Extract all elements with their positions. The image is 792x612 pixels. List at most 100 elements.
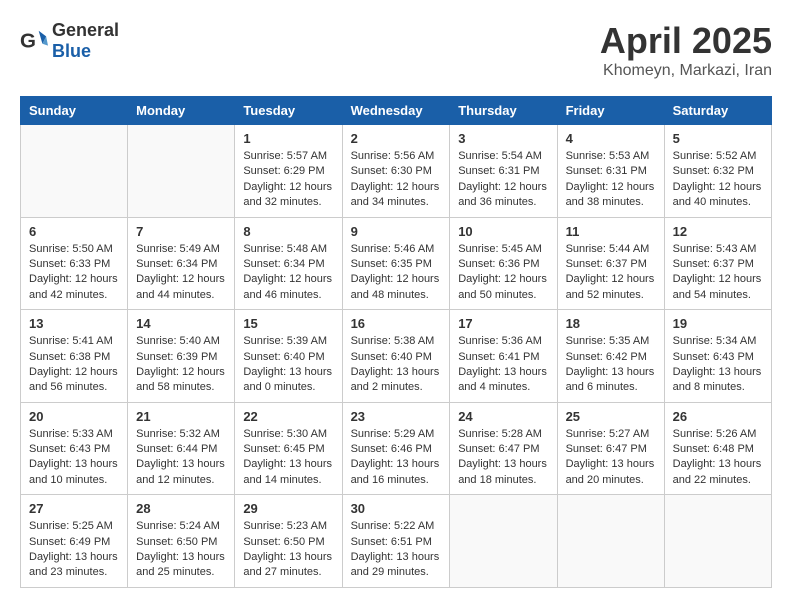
day-info-27: Sunrise: 5:25 AMSunset: 6:49 PMDaylight:… <box>29 519 119 581</box>
calendar-header-row: Sunday Monday Tuesday Wednesday Thursday… <box>21 97 772 125</box>
day-info-3: Sunrise: 5:54 AMSunset: 6:31 PMDaylight:… <box>458 149 548 211</box>
calendar-cell-w2-d5: 11 Sunrise: 5:44 AMSunset: 6:37 PMDayligh… <box>557 217 664 310</box>
calendar-cell-w4-d6: 26 Sunrise: 5:26 AMSunset: 6:48 PMDayligh… <box>664 402 771 495</box>
day-number-26: 26 <box>673 409 763 424</box>
day-number-16: 16 <box>351 316 442 331</box>
calendar-cell-w4-d0: 20 Sunrise: 5:33 AMSunset: 6:43 PMDayligh… <box>21 402 128 495</box>
calendar-week-2: 6Sunrise: 5:50 AMSunset: 6:33 PMDaylight… <box>21 217 772 310</box>
calendar-cell-w1-d5: 4 Sunrise: 5:53 AMSunset: 6:31 PMDaylight… <box>557 125 664 218</box>
calendar-cell-w4-d5: 25Sunrise: 5:27 AMSunset: 6:47 PMDayligh… <box>557 402 664 495</box>
day-info-21: Sunrise: 5:32 AMSunset: 6:44 PMDaylight:… <box>136 427 226 489</box>
day-number-14: 14 <box>136 316 226 331</box>
day-info-14: Sunrise: 5:40 AMSunset: 6:39 PMDaylight:… <box>136 334 226 396</box>
day-info-2: Sunrise: 5:56 AMSunset: 6:30 PMDaylight:… <box>351 149 442 211</box>
day-info-6: Sunrise: 5:50 AMSunset: 6:33 PMDaylight:… <box>29 242 119 304</box>
day-info-19: Sunrise: 5:34 AMSunset: 6:43 PMDaylight:… <box>673 334 763 396</box>
day-number-9: 9 <box>351 224 442 239</box>
day-number-1: 1 <box>243 131 333 146</box>
day-info-24: Sunrise: 5:28 AMSunset: 6:47 PMDaylight:… <box>458 427 548 489</box>
logo-general: General <box>52 20 119 40</box>
calendar-cell-w2-d1: 7 Sunrise: 5:49 AMSunset: 6:34 PMDaylight… <box>128 217 235 310</box>
calendar-cell-w1-d6: 5 Sunrise: 5:52 AMSunset: 6:32 PMDaylight… <box>664 125 771 218</box>
day-number-7: 7 <box>136 224 226 239</box>
day-number-27: 27 <box>29 501 119 516</box>
calendar-week-3: 13 Sunrise: 5:41 AMSunset: 6:38 PMDayligh… <box>21 310 772 403</box>
day-number-3: 3 <box>458 131 548 146</box>
day-number-11: 11 <box>566 224 656 239</box>
day-info-9: Sunrise: 5:46 AMSunset: 6:35 PMDaylight:… <box>351 242 442 304</box>
calendar-cell-w2-d2: 8 Sunrise: 5:48 AMSunset: 6:34 PMDaylight… <box>235 217 342 310</box>
day-info-1: Sunrise: 5:57 AMSunset: 6:29 PMDaylight:… <box>243 149 333 211</box>
day-info-30: Sunrise: 5:22 AMSunset: 6:51 PMDaylight:… <box>351 519 442 581</box>
header-friday: Friday <box>557 97 664 125</box>
day-number-10: 10 <box>458 224 548 239</box>
logo-icon: G <box>20 27 48 55</box>
day-number-2: 2 <box>351 131 442 146</box>
calendar-cell-w5-d5 <box>557 495 664 588</box>
calendar-cell-w5-d1: 28Sunrise: 5:24 AMSunset: 6:50 PMDayligh… <box>128 495 235 588</box>
calendar-cell-w5-d4 <box>450 495 557 588</box>
day-number-19: 19 <box>673 316 763 331</box>
header-thursday: Thursday <box>450 97 557 125</box>
calendar-cell-w1-d2: 1 Sunrise: 5:57 AMSunset: 6:29 PMDaylight… <box>235 125 342 218</box>
calendar-cell-w2-d4: 10 Sunrise: 5:45 AMSunset: 6:36 PMDayligh… <box>450 217 557 310</box>
day-info-4: Sunrise: 5:53 AMSunset: 6:31 PMDaylight:… <box>566 149 656 211</box>
day-number-5: 5 <box>673 131 763 146</box>
day-number-8: 8 <box>243 224 333 239</box>
day-info-10: Sunrise: 5:45 AMSunset: 6:36 PMDaylight:… <box>458 242 548 304</box>
day-info-15: Sunrise: 5:39 AMSunset: 6:40 PMDaylight:… <box>243 334 333 396</box>
day-number-23: 23 <box>351 409 442 424</box>
day-info-20: Sunrise: 5:33 AMSunset: 6:43 PMDaylight:… <box>29 427 119 489</box>
calendar-cell-w5-d0: 27 Sunrise: 5:25 AMSunset: 6:49 PMDayligh… <box>21 495 128 588</box>
day-info-23: Sunrise: 5:29 AMSunset: 6:46 PMDaylight:… <box>351 427 442 489</box>
calendar-cell-w5-d2: 29Sunrise: 5:23 AMSunset: 6:50 PMDayligh… <box>235 495 342 588</box>
day-number-25: 25 <box>566 409 656 424</box>
day-number-22: 22 <box>243 409 333 424</box>
day-info-26: Sunrise: 5:26 AMSunset: 6:48 PMDaylight:… <box>673 427 763 489</box>
calendar-cell-w5-d3: 30 Sunrise: 5:22 AMSunset: 6:51 PMDayligh… <box>342 495 450 588</box>
day-info-17: Sunrise: 5:36 AMSunset: 6:41 PMDaylight:… <box>458 334 548 396</box>
day-number-15: 15 <box>243 316 333 331</box>
day-number-12: 12 <box>673 224 763 239</box>
day-number-4: 4 <box>566 131 656 146</box>
calendar-week-5: 27 Sunrise: 5:25 AMSunset: 6:49 PMDayligh… <box>21 495 772 588</box>
calendar-cell-w3-d0: 13 Sunrise: 5:41 AMSunset: 6:38 PMDayligh… <box>21 310 128 403</box>
title-block: April 2025 Khomeyn, Markazi, Iran <box>600 20 772 80</box>
calendar-cell-w3-d5: 18Sunrise: 5:35 AMSunset: 6:42 PMDayligh… <box>557 310 664 403</box>
day-number-30: 30 <box>351 501 442 516</box>
day-info-28: Sunrise: 5:24 AMSunset: 6:50 PMDaylight:… <box>136 519 226 581</box>
calendar-cell-w5-d6 <box>664 495 771 588</box>
header-sunday: Sunday <box>21 97 128 125</box>
calendar-cell-w2-d3: 9 Sunrise: 5:46 AMSunset: 6:35 PMDaylight… <box>342 217 450 310</box>
day-info-29: Sunrise: 5:23 AMSunset: 6:50 PMDaylight:… <box>243 519 333 581</box>
calendar-cell-w2-d6: 12Sunrise: 5:43 AMSunset: 6:37 PMDayligh… <box>664 217 771 310</box>
day-info-13: Sunrise: 5:41 AMSunset: 6:38 PMDaylight:… <box>29 334 119 396</box>
day-number-21: 21 <box>136 409 226 424</box>
calendar-table: Sunday Monday Tuesday Wednesday Thursday… <box>20 96 772 588</box>
month-year: April 2025 <box>600 20 772 62</box>
day-number-13: 13 <box>29 316 119 331</box>
logo-blue: Blue <box>52 41 91 61</box>
day-info-16: Sunrise: 5:38 AMSunset: 6:40 PMDaylight:… <box>351 334 442 396</box>
logo-text: General Blue <box>52 20 119 62</box>
calendar-cell-w1-d4: 3 Sunrise: 5:54 AMSunset: 6:31 PMDaylight… <box>450 125 557 218</box>
day-info-7: Sunrise: 5:49 AMSunset: 6:34 PMDaylight:… <box>136 242 226 304</box>
calendar-cell-w3-d2: 15 Sunrise: 5:39 AMSunset: 6:40 PMDayligh… <box>235 310 342 403</box>
day-info-5: Sunrise: 5:52 AMSunset: 6:32 PMDaylight:… <box>673 149 763 211</box>
day-info-11: Sunrise: 5:44 AMSunset: 6:37 PMDaylight:… <box>566 242 656 304</box>
calendar-cell-w1-d3: 2 Sunrise: 5:56 AMSunset: 6:30 PMDaylight… <box>342 125 450 218</box>
day-number-20: 20 <box>29 409 119 424</box>
calendar-cell-w3-d3: 16 Sunrise: 5:38 AMSunset: 6:40 PMDayligh… <box>342 310 450 403</box>
day-info-22: Sunrise: 5:30 AMSunset: 6:45 PMDaylight:… <box>243 427 333 489</box>
day-number-24: 24 <box>458 409 548 424</box>
logo: G General Blue <box>20 20 119 62</box>
calendar-cell-w2-d0: 6Sunrise: 5:50 AMSunset: 6:33 PMDaylight… <box>21 217 128 310</box>
location: Khomeyn, Markazi, Iran <box>600 62 772 80</box>
calendar-cell-w3-d6: 19 Sunrise: 5:34 AMSunset: 6:43 PMDayligh… <box>664 310 771 403</box>
calendar-cell-w3-d1: 14 Sunrise: 5:40 AMSunset: 6:39 PMDayligh… <box>128 310 235 403</box>
day-info-8: Sunrise: 5:48 AMSunset: 6:34 PMDaylight:… <box>243 242 333 304</box>
calendar-cell-w4-d3: 23 Sunrise: 5:29 AMSunset: 6:46 PMDayligh… <box>342 402 450 495</box>
calendar-cell-w4-d4: 24 Sunrise: 5:28 AMSunset: 6:47 PMDayligh… <box>450 402 557 495</box>
header-tuesday: Tuesday <box>235 97 342 125</box>
calendar-cell-w1-d0 <box>21 125 128 218</box>
